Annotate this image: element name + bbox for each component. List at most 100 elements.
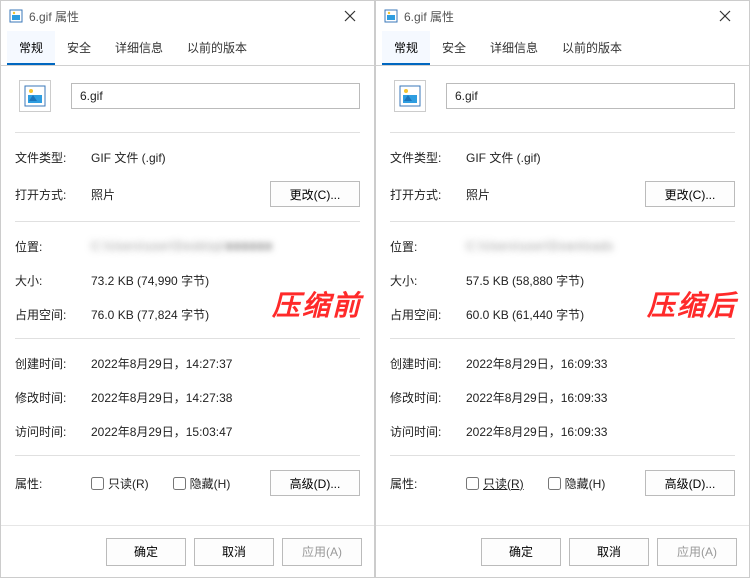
group-type: 文件类型: GIF 文件 (.gif) 打开方式: 照片 更改(C)... xyxy=(390,147,735,207)
divider xyxy=(15,132,360,133)
cancel-button[interactable]: 取消 xyxy=(569,538,649,566)
divider xyxy=(15,221,360,222)
tab-details[interactable]: 详细信息 xyxy=(103,31,175,65)
group-type: 文件类型: GIF 文件 (.gif) 打开方式: 照片 更改(C)... xyxy=(15,147,360,207)
hidden-label: 隐藏(H) xyxy=(190,475,231,492)
apply-button[interactable]: 应用(A) xyxy=(282,538,362,566)
filename-row: 6.gif xyxy=(15,80,360,118)
tab-previous[interactable]: 以前的版本 xyxy=(175,31,259,65)
value-location: C:\Users\user\Downloads xyxy=(466,239,614,253)
filetype-icon xyxy=(394,80,426,112)
tab-security[interactable]: 安全 xyxy=(430,31,478,65)
properties-window-after: 6.gif 属性 常规 安全 详细信息 以前的版本 压缩后 6.gif 文件类型… xyxy=(375,0,750,578)
cancel-button[interactable]: 取消 xyxy=(194,538,274,566)
value-accessed: 2022年8月29日，16:09:33 xyxy=(466,423,607,440)
group-time: 创建时间: 2022年8月29日，14:27:37 修改时间: 2022年8月2… xyxy=(15,353,360,441)
group-size: 位置: C:\Users\user\Desktop\■■■■■■ 大小: 73.… xyxy=(15,236,360,324)
titlebar: 6.gif 属性 xyxy=(1,1,374,31)
value-modified: 2022年8月29日，16:09:33 xyxy=(466,389,607,406)
tab-strip: 常规 安全 详细信息 以前的版本 xyxy=(376,31,749,66)
filename-input[interactable]: 6.gif xyxy=(446,83,735,109)
change-button[interactable]: 更改(C)... xyxy=(645,181,735,207)
advanced-button[interactable]: 高级(D)... xyxy=(645,470,735,496)
hidden-input[interactable] xyxy=(173,477,186,490)
change-button[interactable]: 更改(C)... xyxy=(270,181,360,207)
readonly-input[interactable] xyxy=(466,477,479,490)
label-disksize: 占用空间: xyxy=(15,306,91,323)
label-type: 文件类型: xyxy=(15,149,91,166)
tab-general[interactable]: 常规 xyxy=(382,31,430,65)
divider xyxy=(15,338,360,339)
label-created: 创建时间: xyxy=(390,355,466,372)
label-created: 创建时间: xyxy=(15,355,91,372)
filename-row: 6.gif xyxy=(390,80,735,118)
filename-input[interactable]: 6.gif xyxy=(71,83,360,109)
value-modified: 2022年8月29日，14:27:38 xyxy=(91,389,232,406)
divider xyxy=(390,132,735,133)
readonly-checkbox[interactable]: 只读(R) xyxy=(466,475,524,492)
hidden-input[interactable] xyxy=(548,477,561,490)
divider xyxy=(390,221,735,222)
advanced-button-label: 高级(D)... xyxy=(290,477,341,491)
hidden-label: 隐藏(H) xyxy=(565,475,606,492)
divider xyxy=(390,455,735,456)
divider xyxy=(15,455,360,456)
divider xyxy=(390,338,735,339)
value-disksize: 76.0 KB (77,824 字节) xyxy=(91,306,209,323)
tab-previous[interactable]: 以前的版本 xyxy=(550,31,634,65)
filename-text: 6.gif xyxy=(80,89,103,103)
value-size: 73.2 KB (74,990 字节) xyxy=(91,272,209,289)
value-type: GIF 文件 (.gif) xyxy=(466,149,541,166)
value-accessed: 2022年8月29日，15:03:47 xyxy=(91,423,232,440)
dialog-footer: 确定 取消 应用(A) xyxy=(376,525,749,577)
label-size: 大小: xyxy=(390,272,466,289)
readonly-input[interactable] xyxy=(91,477,104,490)
titlebar: 6.gif 属性 xyxy=(376,1,749,31)
apply-label: 应用(A) xyxy=(677,545,717,559)
label-attrs: 属性: xyxy=(390,475,466,492)
group-size: 位置: C:\Users\user\Downloads 大小: 57.5 KB … xyxy=(390,236,735,324)
hidden-checkbox[interactable]: 隐藏(H) xyxy=(173,475,231,492)
readonly-label: 只读(R) xyxy=(483,475,524,492)
value-created: 2022年8月29日，14:27:37 xyxy=(91,355,232,372)
value-created: 2022年8月29日，16:09:33 xyxy=(466,355,607,372)
group-time: 创建时间: 2022年8月29日，16:09:33 修改时间: 2022年8月2… xyxy=(390,353,735,441)
change-button-label: 更改(C)... xyxy=(665,188,716,202)
label-attrs: 属性: xyxy=(15,475,91,492)
window-title: 6.gif 属性 xyxy=(29,8,330,25)
ok-button[interactable]: 确定 xyxy=(106,538,186,566)
file-icon xyxy=(9,9,23,23)
value-openwith: 照片 xyxy=(466,186,490,203)
readonly-label: 只读(R) xyxy=(108,475,149,492)
attrs-row: 属性: 只读(R) 隐藏(H) 高级(D)... xyxy=(390,470,735,496)
label-modified: 修改时间: xyxy=(390,389,466,406)
cancel-label: 取消 xyxy=(222,545,246,559)
label-location: 位置: xyxy=(390,238,466,255)
tab-details[interactable]: 详细信息 xyxy=(478,31,550,65)
tab-content: 压缩后 6.gif 文件类型: GIF 文件 (.gif) 打开方式: 照片 更… xyxy=(376,66,749,525)
filetype-icon xyxy=(19,80,51,112)
label-size: 大小: xyxy=(15,272,91,289)
window-title: 6.gif 属性 xyxy=(404,8,705,25)
value-openwith: 照片 xyxy=(91,186,115,203)
close-button[interactable] xyxy=(705,2,745,30)
tab-strip: 常规 安全 详细信息 以前的版本 xyxy=(1,31,374,66)
tab-security[interactable]: 安全 xyxy=(55,31,103,65)
tab-content: 压缩前 6.gif 文件类型: GIF 文件 (.gif) 打开方式: 照片 更… xyxy=(1,66,374,525)
cancel-label: 取消 xyxy=(597,545,621,559)
close-button[interactable] xyxy=(330,2,370,30)
change-button-label: 更改(C)... xyxy=(290,188,341,202)
properties-window-before: 6.gif 属性 常规 安全 详细信息 以前的版本 压缩前 6.gif 文件类型… xyxy=(0,0,375,578)
hidden-checkbox[interactable]: 隐藏(H) xyxy=(548,475,606,492)
value-size: 57.5 KB (58,880 字节) xyxy=(466,272,584,289)
tab-general[interactable]: 常规 xyxy=(7,31,55,65)
label-accessed: 访问时间: xyxy=(15,423,91,440)
ok-button[interactable]: 确定 xyxy=(481,538,561,566)
advanced-button[interactable]: 高级(D)... xyxy=(270,470,360,496)
attrs-row: 属性: 只读(R) 隐藏(H) 高级(D)... xyxy=(15,470,360,496)
value-location: C:\Users\user\Desktop\■■■■■■ xyxy=(91,239,273,253)
apply-button[interactable]: 应用(A) xyxy=(657,538,737,566)
apply-label: 应用(A) xyxy=(302,545,342,559)
readonly-checkbox[interactable]: 只读(R) xyxy=(91,475,149,492)
value-disksize: 60.0 KB (61,440 字节) xyxy=(466,306,584,323)
